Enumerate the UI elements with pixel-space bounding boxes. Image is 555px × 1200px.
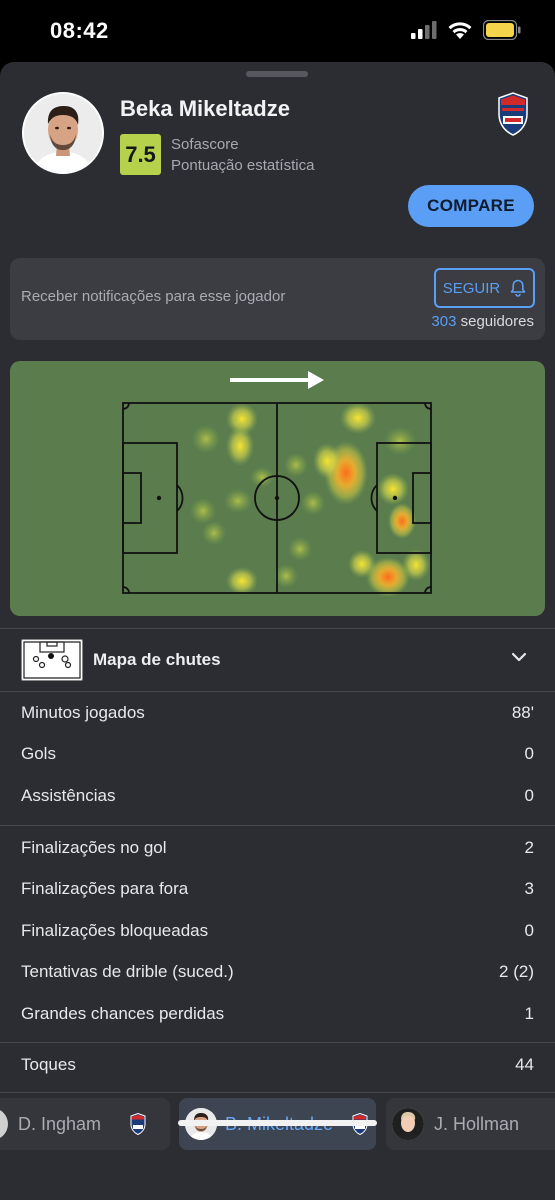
battery-icon	[483, 20, 521, 40]
stat-row-shots-on-target: Finalizações no gol 2	[0, 828, 555, 869]
stat-value: 88'	[511, 703, 534, 722]
heatmap	[10, 361, 545, 616]
stat-label: Assistências	[21, 786, 116, 805]
player-avatar	[22, 92, 104, 174]
stat-label: Tentativas de drible (suced.)	[21, 962, 234, 981]
stat-value: 0	[524, 921, 534, 940]
stat-row-assists: Assistências 0	[0, 776, 555, 817]
stat-label: Finalizações no gol	[21, 838, 167, 857]
stat-value: 0	[524, 786, 534, 805]
stat-value: 0	[524, 744, 534, 763]
stat-row-shots-off-target: Finalizações para fora 3	[0, 869, 555, 910]
sheet-grabber[interactable]	[246, 71, 308, 77]
stat-value: 44	[515, 1055, 534, 1074]
divider	[0, 825, 555, 826]
stat-label: Grandes chances perdidas	[21, 1004, 225, 1023]
stat-label: Minutos jogados	[21, 703, 145, 722]
player-name: Beka Mikeltadze	[120, 96, 290, 121]
status-bar: 08:42	[0, 0, 555, 62]
notifications-text: Receber notificações para esse jogador	[21, 288, 286, 305]
team-logo[interactable]	[496, 92, 530, 136]
shotmap-row[interactable]: Mapa de chutes	[0, 629, 555, 691]
followers-number: 303	[431, 313, 457, 330]
stat-row-goals: Gols 0	[0, 734, 555, 775]
stat-value: 3	[524, 879, 534, 898]
divider	[0, 691, 555, 692]
followers-label: seguidores	[456, 313, 534, 330]
stat-label: Gols	[21, 744, 56, 763]
stat-row-dribble-attempts: Tentativas de drible (suced.) 2 (2)	[0, 952, 555, 993]
followers-count: 303 seguidores	[431, 313, 534, 330]
switcher-item-hollman[interactable]: J. Hollman	[386, 1098, 555, 1150]
bell-icon	[510, 279, 526, 297]
signal-icon	[411, 21, 437, 39]
attack-direction-arrow-icon	[230, 371, 324, 389]
stat-label: Finalizações bloqueadas	[21, 921, 209, 940]
compare-button[interactable]: COMPARE	[408, 185, 534, 227]
mini-avatar	[392, 1108, 424, 1140]
follow-label: SEGUIR	[442, 279, 501, 297]
chevron-down-icon[interactable]	[511, 651, 527, 663]
rating-badge: 7.5	[120, 134, 161, 175]
divider	[0, 1042, 555, 1043]
switcher-name: D. Ingham	[18, 1113, 102, 1134]
status-icons	[411, 20, 521, 40]
follow-button[interactable]: SEGUIR	[434, 268, 535, 308]
stat-row-touches: Toques 44	[0, 1045, 555, 1086]
switcher-item-ingham[interactable]: D. Ingham	[0, 1098, 170, 1150]
rating-source: Sofascore	[171, 136, 239, 153]
wifi-icon	[448, 21, 472, 39]
stat-row-big-chances-missed: Grandes chances perdidas 1	[0, 994, 555, 1035]
home-indicator[interactable]	[178, 1120, 377, 1126]
stat-label: Finalizações para fora	[21, 879, 189, 898]
notifications-card: Receber notificações para esse jogador S…	[10, 258, 545, 340]
player-sheet: Beka Mikeltadze 7.5 Sofascore Pontuação …	[0, 62, 555, 1200]
status-time: 08:42	[50, 18, 109, 43]
rating-subtitle: Pontuação estatística	[171, 157, 315, 174]
stat-value: 2 (2)	[499, 962, 534, 981]
stat-label: Toques	[21, 1055, 76, 1074]
team-logo-icon	[130, 1113, 146, 1135]
stat-row-blocked-shots: Finalizações bloqueadas 0	[0, 911, 555, 952]
stat-value: 1	[524, 1004, 534, 1023]
stat-row-minutes: Minutos jogados 88'	[0, 693, 555, 734]
shotmap-label: Mapa de chutes	[93, 650, 221, 669]
mini-avatar	[0, 1108, 8, 1140]
shotmap-thumbnail	[21, 639, 83, 681]
stat-value: 2	[524, 838, 534, 857]
switcher-name: J. Hollman	[434, 1113, 520, 1134]
